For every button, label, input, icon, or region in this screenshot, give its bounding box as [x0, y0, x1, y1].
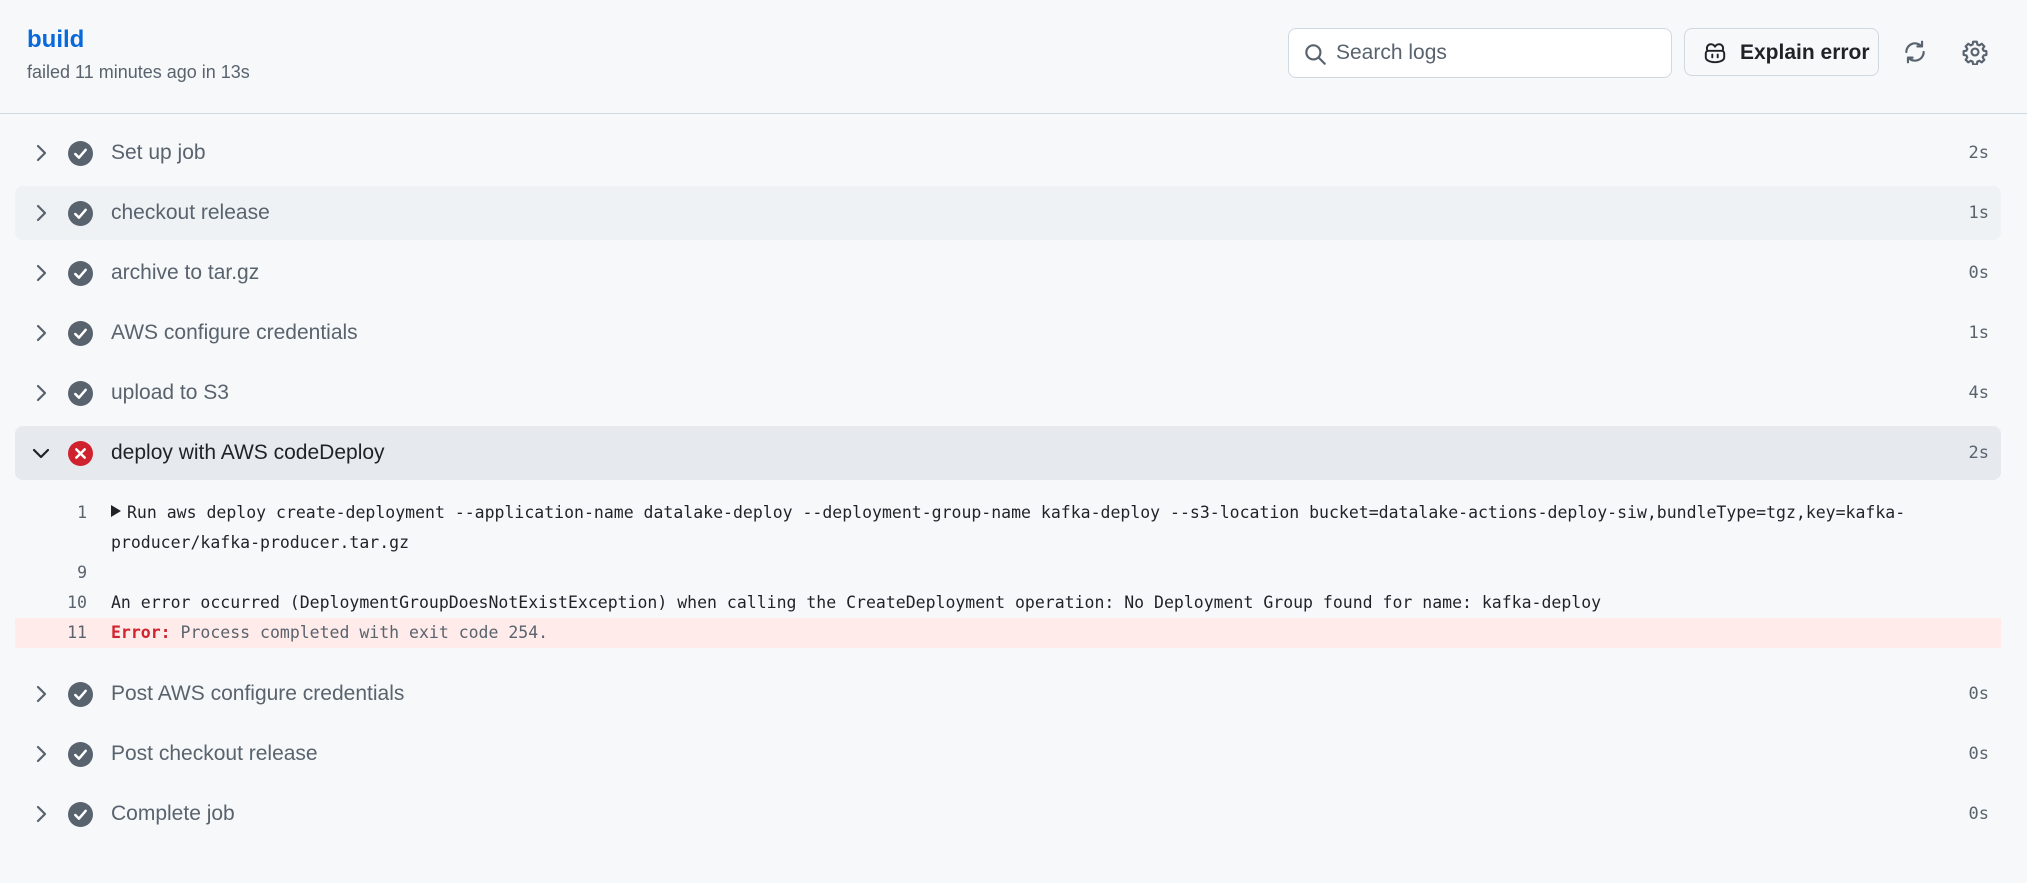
chevron-right-icon	[36, 204, 47, 222]
step-duration: 4s	[1968, 383, 1989, 403]
chevron-right-icon	[36, 805, 47, 823]
step-archive-to-tar-gz[interactable]: archive to tar.gz 0s	[15, 246, 2001, 300]
step-name: AWS configure credentials	[111, 321, 358, 344]
log-line-text: Run aws deploy create-deployment --appli…	[111, 498, 1911, 558]
log-line[interactable]: 1 Run aws deploy create-deployment --app…	[15, 498, 2001, 558]
step-duration: 2s	[1968, 443, 1989, 463]
search-icon	[1305, 44, 1326, 65]
check-circle-icon	[68, 381, 93, 406]
copilot-icon	[1704, 43, 1726, 64]
step-complete-job[interactable]: Complete job 0s	[15, 787, 2001, 841]
error-label: Error:	[111, 623, 171, 642]
step-upload-to-s3[interactable]: upload to S3 4s	[15, 366, 2001, 420]
step-name: Post checkout release	[111, 742, 318, 765]
chevron-down-icon	[32, 448, 50, 459]
log-line-number: 11	[67, 623, 87, 642]
expand-triangle-icon[interactable]	[111, 505, 121, 517]
log-line-text: Error: Process completed with exit code …	[111, 618, 1911, 648]
step-aws-configure-credentials[interactable]: AWS configure credentials 1s	[15, 306, 2001, 360]
settings-button[interactable]	[1955, 32, 1995, 72]
explain-error-label: Explain error	[1740, 41, 1870, 64]
gear-icon	[1962, 40, 1988, 65]
job-header: build failed 11 minutes ago in 13s Expla…	[0, 0, 2027, 114]
chevron-right-icon	[36, 264, 47, 282]
step-name: Complete job	[111, 802, 235, 825]
log-command-text: Run aws deploy create-deployment --appli…	[111, 503, 1906, 552]
check-circle-icon	[68, 742, 93, 767]
log-line-number: 9	[77, 563, 87, 582]
step-post-checkout-release[interactable]: Post checkout release 0s	[15, 727, 2001, 781]
step-name: upload to S3	[111, 381, 229, 404]
step-duration: 1s	[1968, 203, 1989, 223]
step-name: Post AWS configure credentials	[111, 682, 405, 705]
step-checkout-release[interactable]: checkout release 1s	[15, 186, 2001, 240]
job-title[interactable]: build	[27, 26, 84, 54]
search-logs-input[interactable]	[1336, 29, 1666, 77]
log-line-number: 10	[67, 593, 87, 612]
search-logs-box[interactable]	[1288, 28, 1672, 78]
log-line-number: 1	[77, 503, 87, 522]
chevron-right-icon	[36, 745, 47, 763]
refresh-icon	[1905, 40, 1925, 64]
step-duration: 0s	[1968, 804, 1989, 824]
log-line-text: An error occurred (DeploymentGroupDoesNo…	[111, 593, 1602, 612]
check-circle-icon	[68, 141, 93, 166]
step-duration: 1s	[1968, 323, 1989, 343]
step-name: checkout release	[111, 201, 270, 224]
chevron-right-icon	[36, 384, 47, 402]
explain-error-button[interactable]: Explain error	[1684, 28, 1879, 76]
refresh-button[interactable]	[1895, 32, 1935, 72]
chevron-right-icon	[36, 144, 47, 162]
log-line[interactable]: 9	[15, 558, 2001, 588]
log-line[interactable]: 10 An error occurred (DeploymentGroupDoe…	[15, 588, 2001, 618]
x-circle-icon	[68, 441, 93, 466]
step-name: deploy with AWS codeDeploy	[111, 441, 385, 464]
step-duration: 2s	[1968, 143, 1989, 163]
check-circle-icon	[68, 802, 93, 827]
chevron-right-icon	[36, 685, 47, 703]
step-name: Set up job	[111, 141, 206, 164]
check-circle-icon	[68, 321, 93, 346]
chevron-right-icon	[36, 324, 47, 342]
step-duration: 0s	[1968, 263, 1989, 283]
step-name: archive to tar.gz	[111, 261, 260, 284]
step-duration: 0s	[1968, 684, 1989, 704]
step-set-up-job[interactable]: Set up job 2s	[15, 126, 2001, 180]
step-post-aws-configure-credentials[interactable]: Post AWS configure credentials 0s	[15, 667, 2001, 721]
step-deploy-with-aws-codedeploy[interactable]: deploy with AWS codeDeploy 2s	[15, 426, 2001, 480]
error-message: Process completed with exit code 254.	[180, 623, 549, 642]
check-circle-icon	[68, 682, 93, 707]
log-line-error[interactable]: 11 Error: Process completed with exit co…	[15, 618, 2001, 648]
check-circle-icon	[68, 261, 93, 286]
check-circle-icon	[68, 201, 93, 226]
job-subtitle: failed 11 minutes ago in 13s	[27, 62, 250, 82]
step-duration: 0s	[1968, 744, 1989, 764]
